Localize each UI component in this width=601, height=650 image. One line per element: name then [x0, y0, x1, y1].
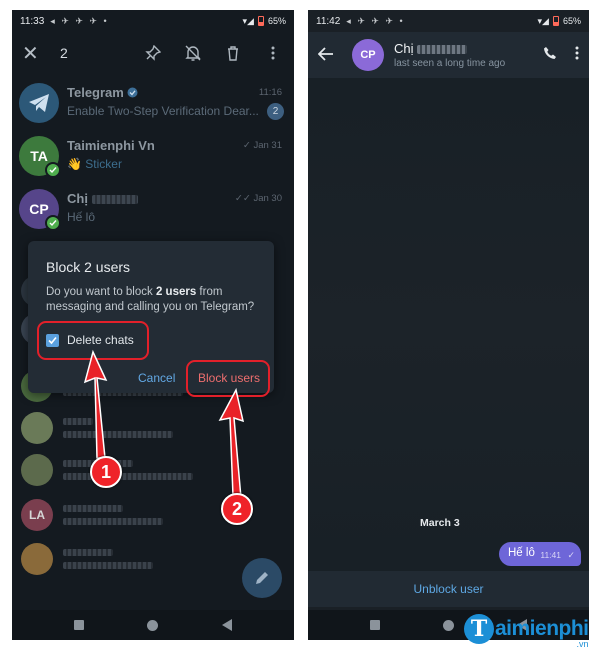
right-phone-screen: 11:42 ◂ ✈ ✈ ✈ • ▾◢ 65% CP Chị last seen …: [308, 10, 589, 640]
message-time: 11:41: [540, 550, 561, 560]
unblock-user-button[interactable]: Unblock user: [413, 582, 483, 596]
date-separator: March 3: [420, 517, 460, 529]
notification-icons: ◂ ✈ ✈ ✈ •: [346, 15, 405, 26]
outgoing-message[interactable]: Hế lô 11:41 ✓: [499, 542, 581, 566]
back-arrow-icon[interactable]: [317, 45, 340, 66]
step-number-1: 1: [90, 456, 122, 488]
phone-call-icon[interactable]: [543, 46, 557, 65]
taimienphi-watermark: T aimienphi .vn: [464, 612, 589, 649]
watermark-suffix: .vn: [576, 639, 589, 649]
recents-icon[interactable]: [369, 620, 380, 630]
step-number-2: 2: [221, 493, 253, 525]
battery-icon: [552, 16, 559, 26]
status-bar: 11:42 ◂ ✈ ✈ ✈ • ▾◢ 65%: [308, 10, 589, 32]
arrow-2: [218, 387, 245, 499]
unblock-bar[interactable]: Unblock user: [308, 571, 589, 607]
signal-icon: ▾◢: [537, 15, 549, 26]
blurred-name: [417, 45, 468, 55]
read-check-icon: ✓: [567, 550, 575, 560]
battery-level: 65%: [562, 16, 581, 26]
contact-info[interactable]: Chị last seen a long time ago: [394, 41, 505, 69]
watermark-logo: T: [464, 614, 494, 644]
status-time: 11:42: [316, 15, 341, 27]
message-area[interactable]: March 3 Hế lô 11:41 ✓: [308, 78, 589, 571]
chat-header: CP Chị last seen a long time ago: [308, 32, 589, 78]
tutorial-screenshot: 11:33 ◂ ✈ ✈ ✈ • ▾◢ 65% ✕ 2 Telegram Enab…: [0, 0, 601, 650]
home-icon[interactable]: [442, 619, 454, 631]
more-icon[interactable]: [575, 46, 579, 65]
message-text: Hế lô: [508, 547, 535, 559]
watermark-text: aimienphi: [495, 617, 589, 640]
contact-avatar[interactable]: CP: [352, 39, 384, 71]
last-seen-status: last seen a long time ago: [394, 58, 506, 69]
arrow-1: [83, 349, 108, 459]
contact-name: Chị: [394, 41, 505, 56]
